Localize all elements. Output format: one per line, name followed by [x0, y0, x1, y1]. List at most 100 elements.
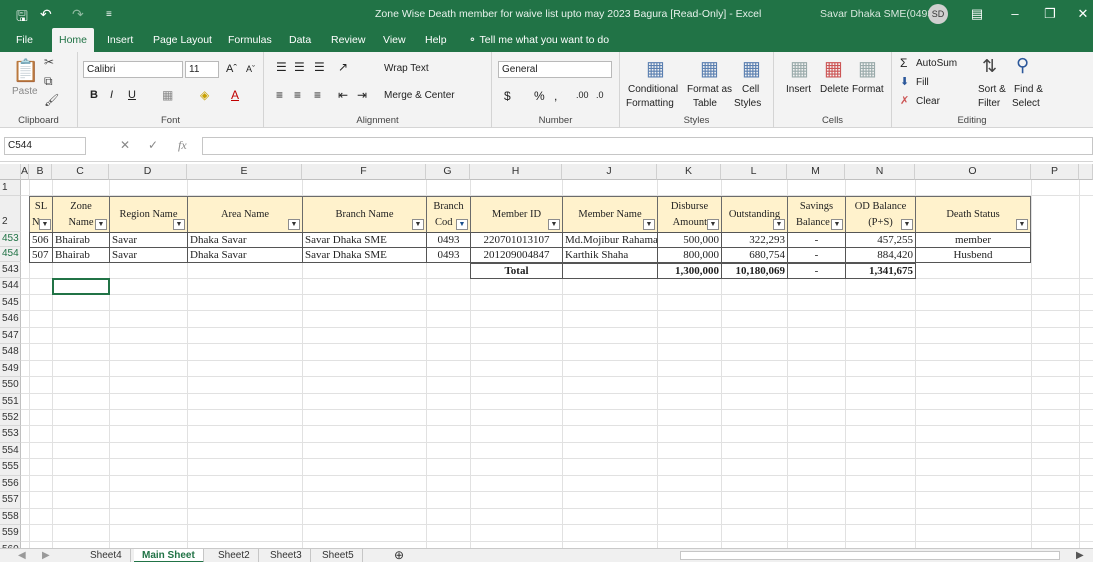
bold-icon[interactable]: B [90, 89, 98, 101]
row-header-553[interactable]: 553 [0, 426, 21, 443]
close-icon[interactable]: ✕ [1068, 3, 1093, 25]
italic-icon[interactable]: I [110, 89, 113, 101]
total-label[interactable]: Total [470, 263, 563, 279]
tab-data[interactable]: Data [282, 28, 318, 52]
column-header-p[interactable]: P [1031, 164, 1079, 180]
filter-dropdown-icon[interactable]: ▼ [95, 219, 107, 230]
cell-region[interactable]: Savar [109, 232, 188, 248]
cell-code[interactable]: 0493 [426, 232, 471, 248]
cell-member-id[interactable]: 220701013107 [470, 232, 563, 248]
conditional-formatting-label-2[interactable]: Formatting [626, 98, 674, 109]
column-header-l[interactable]: L [721, 164, 787, 180]
row-header-551[interactable]: 551 [0, 394, 21, 410]
format-as-table-label-2[interactable]: Table [693, 98, 717, 109]
row-header-557[interactable]: 557 [0, 492, 21, 509]
delete-cells-label[interactable]: Delete [820, 84, 849, 95]
increase-indent-icon[interactable]: ⇥ [357, 88, 367, 102]
percent-icon[interactable]: % [534, 89, 545, 103]
insert-function-icon[interactable]: fx [178, 138, 187, 153]
column-header-d[interactable]: D [109, 164, 187, 180]
cell-area[interactable]: Dhaka Savar [187, 232, 303, 248]
tab-formulas[interactable]: Formulas [221, 28, 279, 52]
column-header-m[interactable]: M [787, 164, 845, 180]
cancel-icon[interactable]: ✕ [120, 138, 130, 152]
row-header-556[interactable]: 556 [0, 476, 21, 492]
column-header-k[interactable]: K [657, 164, 721, 180]
paste-label[interactable]: Paste [12, 86, 38, 97]
underline-icon[interactable]: U [128, 89, 136, 101]
filter-dropdown-icon[interactable]: ▼ [643, 219, 655, 230]
undo-icon[interactable]: ↶ [40, 6, 52, 23]
insert-cells-icon[interactable]: ▦ [790, 56, 809, 81]
filter-dropdown-icon[interactable]: ▼ [1016, 219, 1028, 230]
sheet-tab-sheet5[interactable]: Sheet5 [314, 549, 363, 562]
fill-button[interactable]: Fill [916, 77, 929, 88]
scroll-right-icon[interactable]: ▶ [1068, 549, 1092, 562]
format-cells-icon[interactable]: ▦ [858, 56, 877, 81]
autosum-icon[interactable]: Σ [900, 56, 907, 70]
tab-insert[interactable]: Insert [100, 28, 140, 52]
column-header-q[interactable] [1079, 164, 1093, 180]
sheet-tab-sheet3[interactable]: Sheet3 [262, 549, 311, 562]
cell-member-name[interactable]: Karthik Shaha [562, 247, 658, 263]
row-header-547[interactable]: 547 [0, 328, 21, 344]
column-header-f[interactable]: F [302, 164, 426, 180]
sheet-tab-main-sheet[interactable]: Main Sheet [134, 549, 204, 562]
sheet-tab-sheet4[interactable]: Sheet4 [82, 549, 131, 562]
cell-member-id[interactable]: 201209004847 [470, 247, 563, 263]
align-left-icon[interactable]: ≡ [276, 88, 283, 102]
cell-disburse[interactable]: 500,000 [657, 232, 722, 248]
number-format-select[interactable]: General [498, 61, 612, 78]
column-header-a[interactable]: A [21, 164, 29, 180]
tab-file[interactable]: File [9, 28, 40, 52]
filter-dropdown-icon[interactable]: ▼ [173, 219, 185, 230]
top-align-icon[interactable]: ☰ [276, 60, 287, 74]
scroll-tabs-left-icon[interactable]: ◀ [10, 549, 34, 562]
decrease-decimal-icon[interactable]: .0 [596, 90, 604, 100]
avatar[interactable]: SD [928, 4, 948, 24]
cell-savings[interactable]: - [787, 232, 846, 248]
column-header-g[interactable]: G [426, 164, 470, 180]
row-header-550[interactable]: 550 [0, 377, 21, 394]
row-header-552[interactable]: 552 [0, 410, 21, 426]
conditional-formatting-label-1[interactable]: Conditional [628, 84, 678, 95]
horizontal-scrollbar[interactable] [680, 551, 1060, 560]
restore-icon[interactable]: ❐ [1035, 3, 1065, 25]
total-savings[interactable]: - [787, 263, 846, 279]
format-painter-icon[interactable]: 🖌 [44, 93, 59, 107]
ribbon-display-icon[interactable]: ▤ [962, 3, 992, 25]
row-header-1[interactable]: 1 [0, 180, 21, 196]
filter-dropdown-icon[interactable]: ▼ [288, 219, 300, 230]
filter-dropdown-icon[interactable]: ▼ [39, 219, 51, 230]
borders-icon[interactable]: ▦ [162, 88, 173, 102]
column-header-b[interactable]: B [29, 164, 52, 180]
sort-filter-label-2[interactable]: Filter [978, 98, 1000, 109]
decrease-indent-icon[interactable]: ⇤ [338, 88, 348, 102]
clear-icon[interactable]: ✗ [900, 94, 909, 107]
row-header-558[interactable]: 558 [0, 509, 21, 525]
filter-dropdown-icon[interactable]: ▼ [773, 219, 785, 230]
redo-icon[interactable]: ↷ [72, 6, 84, 23]
column-header-c[interactable]: C [52, 164, 109, 180]
tab-help[interactable]: Help [418, 28, 454, 52]
tell-me-box[interactable]: ⚬ Tell me what you want to do [468, 28, 609, 52]
format-as-table-icon[interactable]: ▦ [700, 56, 719, 81]
column-header-o[interactable]: O [915, 164, 1031, 180]
sheet-tab-sheet2[interactable]: Sheet2 [210, 549, 259, 562]
insert-cells-label[interactable]: Insert [786, 84, 811, 95]
find-select-label-1[interactable]: Find & [1014, 84, 1043, 95]
total-member-name-cell[interactable] [562, 263, 658, 279]
middle-align-icon[interactable]: ☰ [294, 60, 305, 74]
filter-dropdown-icon[interactable]: ▼ [412, 219, 424, 230]
wrap-text-button[interactable]: Wrap Text [384, 63, 429, 74]
enter-icon[interactable]: ✓ [148, 138, 158, 152]
cell-branch[interactable]: Savar Dhaka SME [302, 247, 427, 263]
cell-member-name[interactable]: Md.Mojibur Rahaman [562, 232, 658, 248]
align-center-icon[interactable]: ≡ [294, 88, 301, 102]
tab-home[interactable]: Home [52, 28, 95, 52]
cell-styles-label-1[interactable]: Cell [742, 84, 759, 95]
new-sheet-icon[interactable]: ⊕ [386, 549, 412, 562]
clear-button[interactable]: Clear [916, 96, 940, 107]
orientation-icon[interactable]: ↗ [338, 60, 348, 74]
row-header-453[interactable]: 453 [0, 232, 21, 247]
